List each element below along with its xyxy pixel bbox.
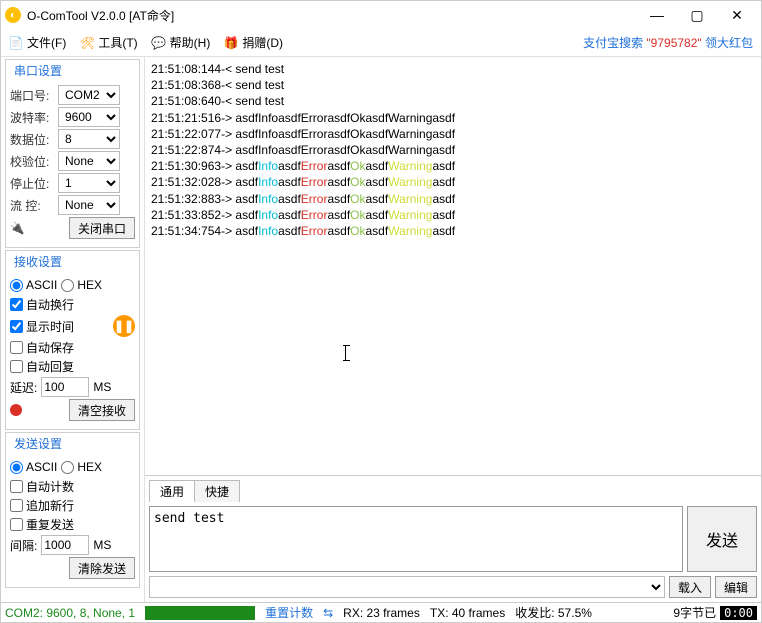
record-icon xyxy=(10,404,22,416)
menu-tools[interactable]: 🛠工具(T) xyxy=(80,34,137,51)
reset-count-link[interactable]: 重置计数 xyxy=(265,604,313,621)
file-icon: 📄 xyxy=(9,36,23,50)
auto-save-check[interactable]: 自动保存 xyxy=(10,339,135,356)
sidebar: 串口设置 端口号:COM2 波特率:9600 数据位:8 校验位:None 停止… xyxy=(1,57,145,602)
flow-select[interactable]: None xyxy=(58,195,120,215)
tab-quick[interactable]: 快捷 xyxy=(194,480,240,502)
repeat-send-check[interactable]: 重复发送 xyxy=(10,516,135,533)
menu-help[interactable]: 💬帮助(H) xyxy=(152,34,211,51)
titlebar: ◐ O-ComTool V2.0.0 [AT命令] — ▢ ✕ xyxy=(1,1,761,29)
send-settings-title: 发送设置 xyxy=(12,435,64,452)
load-button[interactable]: 载入 xyxy=(669,576,711,598)
parity-select[interactable]: None xyxy=(58,151,120,171)
clear-send-button[interactable]: 清除发送 xyxy=(69,557,135,579)
plug-icon: 🔌 xyxy=(10,221,24,235)
tab-general[interactable]: 通用 xyxy=(149,480,195,502)
send-ascii-radio[interactable]: ASCII xyxy=(10,460,57,474)
help-icon: 💬 xyxy=(152,36,166,50)
menubar: 📄文件(F) 🛠工具(T) 💬帮助(H) 🎁捐赠(D) 支付宝搜索 "97957… xyxy=(1,29,761,57)
auto-reply-check[interactable]: 自动回复 xyxy=(10,358,135,375)
recv-hex-radio[interactable]: HEX xyxy=(61,278,102,292)
text-cursor-icon xyxy=(345,345,346,361)
delay-input[interactable] xyxy=(41,377,89,397)
close-port-button[interactable]: 关闭串口 xyxy=(69,217,135,239)
menu-file[interactable]: 📄文件(F) xyxy=(9,34,66,51)
send-tabs: 通用 快捷 xyxy=(149,480,757,502)
port-settings-group: 串口设置 端口号:COM2 波特率:9600 数据位:8 校验位:None 停止… xyxy=(5,59,140,248)
bytes-status: 9字节已 xyxy=(673,604,716,621)
log-view[interactable]: 21:51:08:144-< send test21:51:08:368-< s… xyxy=(145,57,761,476)
recv-settings-title: 接收设置 xyxy=(12,253,64,270)
donate-icon: 🎁 xyxy=(224,36,238,50)
show-time-check[interactable]: 显示时间 xyxy=(10,318,74,335)
ad-link[interactable]: 支付宝搜索 "9795782" 领大红包 xyxy=(583,34,753,51)
send-settings-group: 发送设置 ASCII HEX 自动计数 追加新行 重复发送 间隔:MS 清除发送 xyxy=(5,432,140,588)
recv-ascii-radio[interactable]: ASCII xyxy=(10,278,57,292)
port-settings-title: 串口设置 xyxy=(12,62,64,79)
tools-icon: 🛠 xyxy=(80,36,94,50)
sync-icon: ⇆ xyxy=(323,606,333,620)
send-textarea[interactable] xyxy=(149,506,683,572)
baud-select[interactable]: 9600 xyxy=(58,107,120,127)
tx-count: TX: 40 frames xyxy=(430,606,505,620)
statusbar: COM2: 9600, 8, None, 1 重置计数 ⇆ RX: 23 fra… xyxy=(1,602,761,622)
clock: 0:00 xyxy=(720,606,757,620)
clear-recv-button[interactable]: 清空接收 xyxy=(69,399,135,421)
send-hex-radio[interactable]: HEX xyxy=(61,460,102,474)
maximize-button[interactable]: ▢ xyxy=(677,1,717,29)
rx-count: RX: 23 frames xyxy=(343,606,420,620)
app-logo-icon: ◐ xyxy=(5,7,21,23)
port-select[interactable]: COM2 xyxy=(58,85,120,105)
minimize-button[interactable]: — xyxy=(637,1,677,29)
send-button[interactable]: 发送 xyxy=(687,506,757,572)
auto-count-check[interactable]: 自动计数 xyxy=(10,478,135,495)
ratio: 收发比: 57.5% xyxy=(515,604,592,621)
recv-settings-group: 接收设置 ASCII HEX 自动换行 显示时间 ❚❚ 自动保存 自动回复 延迟… xyxy=(5,250,140,430)
history-select[interactable] xyxy=(149,576,665,598)
pause-button[interactable]: ❚❚ xyxy=(113,315,135,337)
append-newline-check[interactable]: 追加新行 xyxy=(10,497,135,514)
menu-donate[interactable]: 🎁捐赠(D) xyxy=(224,34,283,51)
edit-button[interactable]: 编辑 xyxy=(715,576,757,598)
databits-select[interactable]: 8 xyxy=(58,129,120,149)
close-button[interactable]: ✕ xyxy=(717,1,757,29)
interval-input[interactable] xyxy=(41,535,89,555)
auto-wrap-check[interactable]: 自动换行 xyxy=(10,296,135,313)
window-title: O-ComTool V2.0.0 [AT命令] xyxy=(27,7,637,24)
stopbits-select[interactable]: 1 xyxy=(58,173,120,193)
connection-status: COM2: 9600, 8, None, 1 xyxy=(5,606,135,620)
progress-bar xyxy=(145,606,255,620)
